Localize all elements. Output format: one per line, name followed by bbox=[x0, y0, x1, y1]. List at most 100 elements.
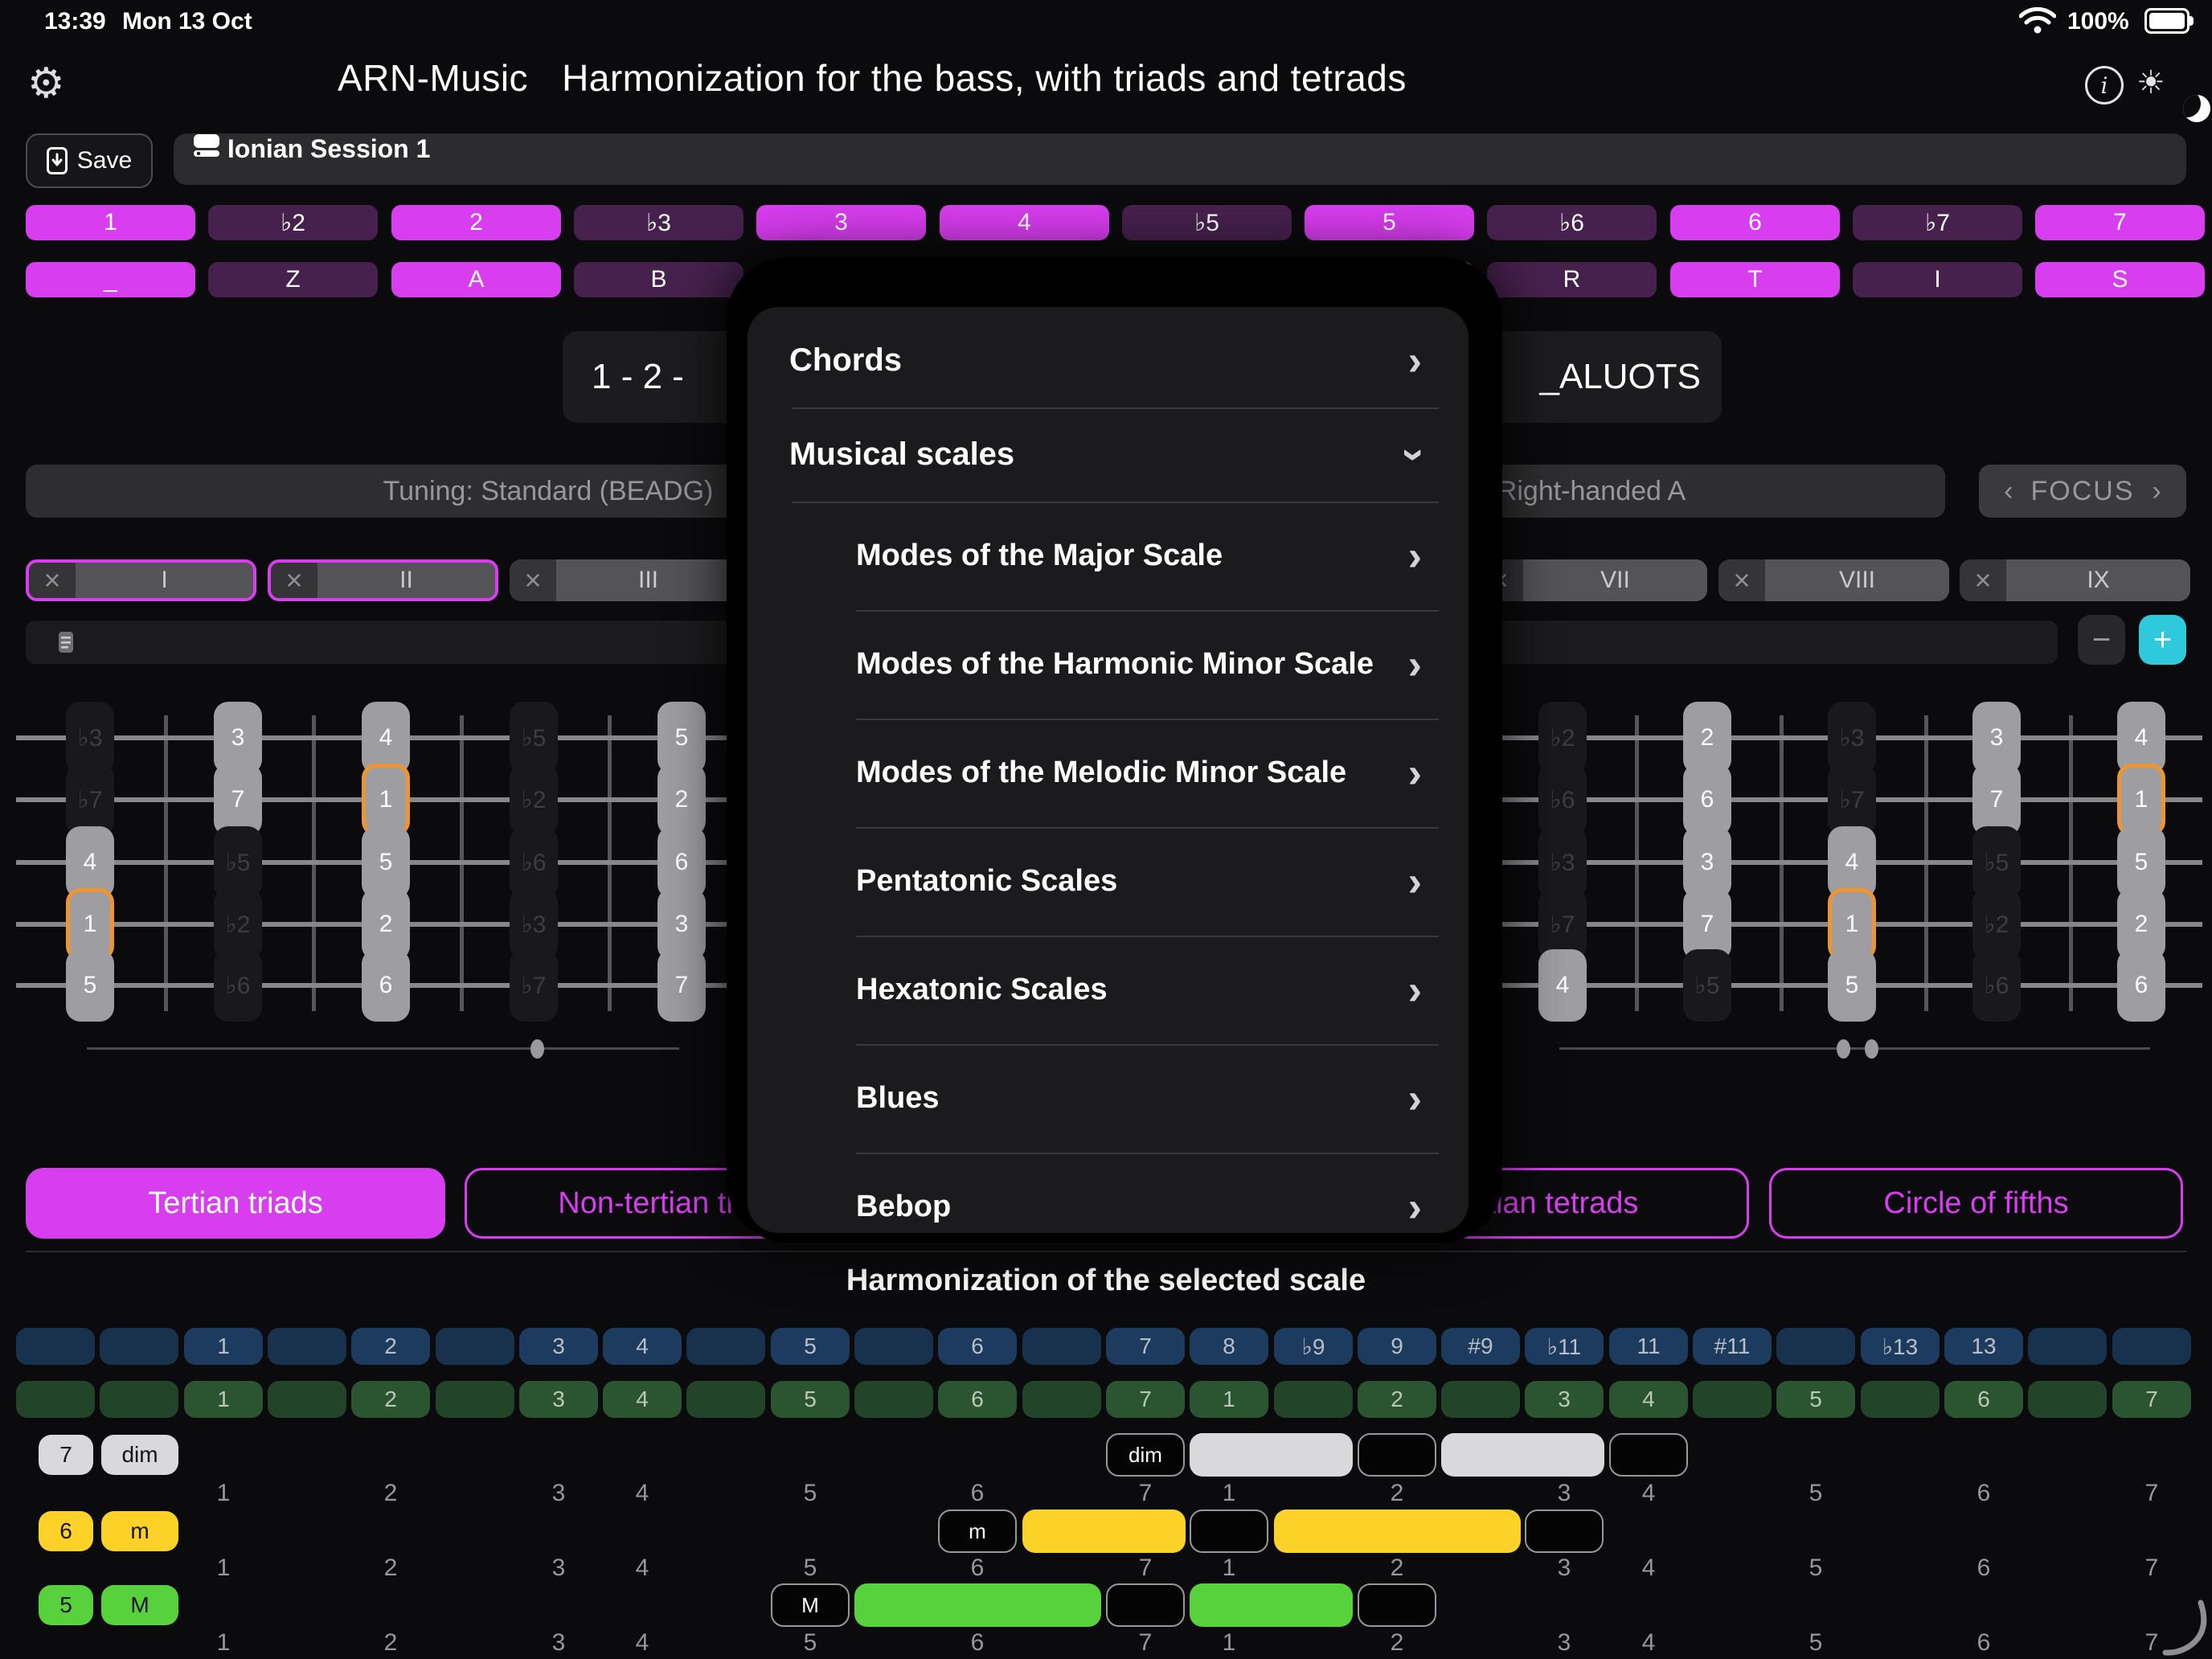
note-pill-1-root[interactable]: 1 bbox=[2117, 764, 2165, 836]
zoom-in-plus-button[interactable]: + bbox=[2139, 615, 2186, 665]
note-pill-♭7[interactable]: ♭7 bbox=[510, 949, 558, 1022]
letter-button-A[interactable]: A bbox=[391, 262, 561, 297]
slider-dot-handle[interactable] bbox=[1837, 1039, 1850, 1059]
focus-prev-chevron-icon[interactable]: ‹ bbox=[2004, 476, 2013, 507]
close-x-icon[interactable]: × bbox=[1718, 559, 1765, 601]
letter-button-_[interactable]: _ bbox=[26, 262, 195, 297]
degree-button-♭6[interactable]: ♭6 bbox=[1487, 205, 1657, 240]
position-tab-label: VII bbox=[1523, 559, 1707, 601]
close-x-icon[interactable]: × bbox=[1960, 559, 2006, 601]
degree-button-6[interactable]: 6 bbox=[1670, 205, 1840, 240]
view-button-circle-of-fifths[interactable]: Circle of fifths bbox=[1769, 1168, 2183, 1239]
note-pill-♭7[interactable]: ♭7 bbox=[1828, 764, 1876, 836]
degree-button-1[interactable]: 1 bbox=[26, 205, 195, 240]
note-pill-♭6[interactable]: ♭6 bbox=[1972, 949, 2021, 1022]
extension-pill-empty bbox=[854, 1328, 933, 1365]
view-button-tertian-triads[interactable]: Tertian triads bbox=[26, 1168, 445, 1239]
position-tab-VII[interactable]: ×VII bbox=[1477, 559, 1707, 601]
info-icon[interactable]: i bbox=[2085, 66, 2124, 104]
letter-button-S[interactable]: S bbox=[2035, 262, 2205, 297]
degree-strip-number: 7 bbox=[1106, 1480, 1185, 1507]
degree-button-5[interactable]: 5 bbox=[1305, 205, 1474, 240]
note-pill-6[interactable]: 6 bbox=[1683, 764, 1731, 836]
note-pill-♭7[interactable]: ♭7 bbox=[66, 764, 114, 836]
focus-button[interactable]: ‹ FOCUS › bbox=[1979, 465, 2186, 518]
note-pill-5[interactable]: 5 bbox=[1828, 949, 1876, 1022]
position-slider[interactable] bbox=[87, 1047, 679, 1050]
degree-button-7[interactable]: 7 bbox=[2035, 205, 2205, 240]
menu-item-hexatonic-scales[interactable]: Hexatonic Scales› bbox=[748, 936, 1469, 1044]
degree-button-♭5[interactable]: ♭5 bbox=[1122, 205, 1292, 240]
degree-pill-1: 1 bbox=[184, 1381, 263, 1418]
focus-next-chevron-icon[interactable]: › bbox=[2153, 476, 2161, 507]
position-tab-II[interactable]: ×II bbox=[268, 559, 498, 601]
degree-strip-number: 3 bbox=[1525, 1629, 1604, 1657]
chord-tone-pill bbox=[1358, 1433, 1436, 1477]
corner-swoosh-icon bbox=[2154, 1600, 2212, 1659]
close-x-icon[interactable]: × bbox=[29, 563, 76, 598]
degree-button-2[interactable]: 2 bbox=[391, 205, 561, 240]
letter-button-I[interactable]: I bbox=[1853, 262, 2022, 297]
note-pill-2[interactable]: 2 bbox=[657, 764, 706, 836]
degree-strip-number: 5 bbox=[771, 1629, 850, 1657]
menu-item-pentatonic-scales[interactable]: Pentatonic Scales› bbox=[748, 827, 1469, 936]
note-pill-5[interactable]: 5 bbox=[66, 949, 114, 1022]
menu-item-label: Hexatonic Scales bbox=[856, 973, 1108, 1007]
degree-button-♭3[interactable]: ♭3 bbox=[574, 205, 743, 240]
degree-button-3[interactable]: 3 bbox=[756, 205, 926, 240]
note-pill-1-root[interactable]: 1 bbox=[362, 764, 410, 836]
degree-button-♭2[interactable]: ♭2 bbox=[208, 205, 378, 240]
note-pill-♭5[interactable]: ♭5 bbox=[1683, 949, 1731, 1022]
position-tab-I[interactable]: ×I bbox=[26, 559, 256, 601]
degree-pill-empty bbox=[100, 1381, 178, 1418]
note-pill-7[interactable]: 7 bbox=[1972, 764, 2021, 836]
menu-item-modes-of-the-harmonic-minor-scale[interactable]: Modes of the Harmonic Minor Scale› bbox=[748, 610, 1469, 719]
note-pill-7[interactable]: 7 bbox=[214, 764, 262, 836]
menu-item-musical-scales[interactable]: Musical scales› bbox=[748, 408, 1469, 502]
light-mode-sun-icon[interactable]: ☀ bbox=[2136, 64, 2165, 101]
letter-button-Z[interactable]: Z bbox=[208, 262, 378, 297]
extension-pill-3: 3 bbox=[519, 1328, 598, 1365]
letter-button-R[interactable]: R bbox=[1487, 262, 1657, 297]
note-pill-6[interactable]: 6 bbox=[2117, 949, 2165, 1022]
close-x-icon[interactable]: × bbox=[271, 563, 317, 598]
degree-button-♭7[interactable]: ♭7 bbox=[1853, 205, 2022, 240]
settings-gear-icon[interactable]: ⚙ bbox=[27, 59, 65, 108]
degree-strip-number: 3 bbox=[519, 1555, 598, 1582]
note-pill-♭2[interactable]: ♭2 bbox=[510, 764, 558, 836]
letter-button-T[interactable]: T bbox=[1670, 262, 1840, 297]
degree-strip-number: 7 bbox=[1106, 1555, 1185, 1582]
degree-pill-6: 6 bbox=[938, 1381, 1017, 1418]
position-tab-IX[interactable]: ×IX bbox=[1960, 559, 2190, 601]
menu-item-modes-of-the-major-scale[interactable]: Modes of the Major Scale› bbox=[748, 502, 1469, 610]
note-pill-6[interactable]: 6 bbox=[362, 949, 410, 1022]
close-x-icon[interactable]: × bbox=[510, 559, 556, 601]
position-tab-VIII[interactable]: ×VIII bbox=[1718, 559, 1949, 601]
position-tab-III[interactable]: ×III bbox=[510, 559, 740, 601]
degree-strip-number: 5 bbox=[771, 1555, 850, 1582]
slider-dot-handle[interactable] bbox=[530, 1039, 544, 1059]
zoom-out-minus-button[interactable]: − bbox=[2078, 615, 2125, 665]
degree-button-4[interactable]: 4 bbox=[940, 205, 1109, 240]
session-name-bar[interactable]: Ionian Session 1 bbox=[174, 133, 2186, 185]
menu-item-blues[interactable]: Blues› bbox=[748, 1044, 1469, 1153]
extension-pill-1: 1 bbox=[184, 1328, 263, 1365]
note-pill-7[interactable]: 7 bbox=[657, 949, 706, 1022]
position-tab-label: III bbox=[556, 559, 740, 601]
letter-button-B[interactable]: B bbox=[574, 262, 743, 297]
save-button[interactable]: Save bbox=[26, 133, 153, 188]
degree-pill-4: 4 bbox=[1609, 1381, 1688, 1418]
menu-item-chords[interactable]: Chords› bbox=[748, 313, 1469, 408]
note-pill-♭6[interactable]: ♭6 bbox=[214, 949, 262, 1022]
menu-item-modes-of-the-melodic-minor-scale[interactable]: Modes of the Melodic Minor Scale› bbox=[748, 719, 1469, 827]
degree-strip-number: 6 bbox=[1944, 1629, 2023, 1657]
degree-strip-number: 3 bbox=[519, 1629, 598, 1657]
position-slider[interactable] bbox=[1559, 1047, 2150, 1050]
degree-strip-number: 4 bbox=[603, 1480, 682, 1507]
dark-mode-moon-icon[interactable] bbox=[2183, 95, 2210, 122]
slider-dot-handle[interactable] bbox=[1865, 1039, 1878, 1059]
menu-item-bebop[interactable]: Bebop› bbox=[748, 1153, 1469, 1233]
note-pill-4[interactable]: 4 bbox=[1538, 949, 1587, 1022]
note-pill-♭6[interactable]: ♭6 bbox=[1538, 764, 1587, 836]
chord-quality-legend-dim: dim bbox=[101, 1435, 178, 1475]
